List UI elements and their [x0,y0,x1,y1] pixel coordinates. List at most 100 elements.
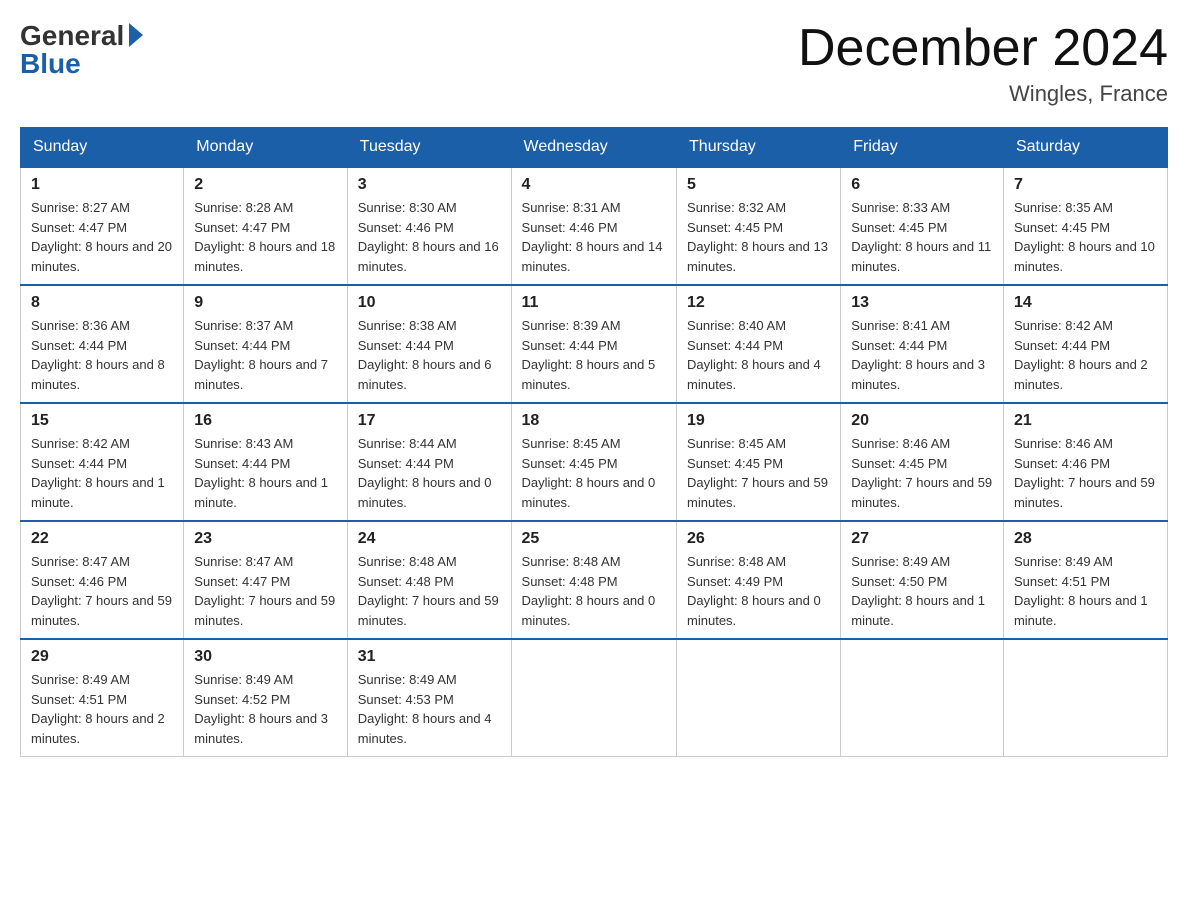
calendar-cell: 4 Sunrise: 8:31 AMSunset: 4:46 PMDayligh… [511,167,677,285]
calendar-cell [511,639,677,757]
day-number: 3 [358,176,501,194]
day-info: Sunrise: 8:47 AMSunset: 4:46 PMDaylight:… [31,554,172,628]
calendar-cell: 1 Sunrise: 8:27 AMSunset: 4:47 PMDayligh… [21,167,184,285]
day-number: 4 [522,176,667,194]
calendar-cell: 3 Sunrise: 8:30 AMSunset: 4:46 PMDayligh… [347,167,511,285]
calendar-cell: 14 Sunrise: 8:42 AMSunset: 4:44 PMDaylig… [1003,285,1167,403]
week-row-3: 15 Sunrise: 8:42 AMSunset: 4:44 PMDaylig… [21,403,1168,521]
day-info: Sunrise: 8:33 AMSunset: 4:45 PMDaylight:… [851,200,991,274]
day-info: Sunrise: 8:37 AMSunset: 4:44 PMDaylight:… [194,318,328,392]
day-number: 6 [851,176,993,194]
day-info: Sunrise: 8:30 AMSunset: 4:46 PMDaylight:… [358,200,499,274]
day-number: 23 [194,530,336,548]
day-number: 12 [687,294,830,312]
day-info: Sunrise: 8:40 AMSunset: 4:44 PMDaylight:… [687,318,821,392]
calendar-cell: 12 Sunrise: 8:40 AMSunset: 4:44 PMDaylig… [677,285,841,403]
calendar-cell [1003,639,1167,757]
day-info: Sunrise: 8:44 AMSunset: 4:44 PMDaylight:… [358,436,492,510]
day-number: 5 [687,176,830,194]
day-number: 9 [194,294,336,312]
calendar-cell: 31 Sunrise: 8:49 AMSunset: 4:53 PMDaylig… [347,639,511,757]
day-number: 27 [851,530,993,548]
day-info: Sunrise: 8:43 AMSunset: 4:44 PMDaylight:… [194,436,328,510]
week-row-1: 1 Sunrise: 8:27 AMSunset: 4:47 PMDayligh… [21,167,1168,285]
day-info: Sunrise: 8:49 AMSunset: 4:51 PMDaylight:… [1014,554,1148,628]
day-info: Sunrise: 8:48 AMSunset: 4:48 PMDaylight:… [358,554,499,628]
calendar-cell: 8 Sunrise: 8:36 AMSunset: 4:44 PMDayligh… [21,285,184,403]
day-info: Sunrise: 8:39 AMSunset: 4:44 PMDaylight:… [522,318,656,392]
page-header: General Blue December 2024 Wingles, Fran… [20,20,1168,107]
calendar-cell: 24 Sunrise: 8:48 AMSunset: 4:48 PMDaylig… [347,521,511,639]
calendar-cell: 2 Sunrise: 8:28 AMSunset: 4:47 PMDayligh… [184,167,347,285]
day-number: 22 [31,530,173,548]
week-row-2: 8 Sunrise: 8:36 AMSunset: 4:44 PMDayligh… [21,285,1168,403]
day-info: Sunrise: 8:27 AMSunset: 4:47 PMDaylight:… [31,200,172,274]
day-number: 21 [1014,412,1157,430]
day-info: Sunrise: 8:32 AMSunset: 4:45 PMDaylight:… [687,200,828,274]
calendar-cell: 5 Sunrise: 8:32 AMSunset: 4:45 PMDayligh… [677,167,841,285]
day-number: 18 [522,412,667,430]
day-info: Sunrise: 8:45 AMSunset: 4:45 PMDaylight:… [522,436,656,510]
day-number: 30 [194,648,336,666]
col-header-tuesday: Tuesday [347,128,511,168]
day-number: 19 [687,412,830,430]
logo: General Blue [20,20,143,80]
calendar-cell: 11 Sunrise: 8:39 AMSunset: 4:44 PMDaylig… [511,285,677,403]
calendar-header-row: SundayMondayTuesdayWednesdayThursdayFrid… [21,128,1168,168]
col-header-monday: Monday [184,128,347,168]
location: Wingles, France [798,81,1168,107]
day-info: Sunrise: 8:48 AMSunset: 4:49 PMDaylight:… [687,554,821,628]
day-info: Sunrise: 8:35 AMSunset: 4:45 PMDaylight:… [1014,200,1155,274]
day-info: Sunrise: 8:46 AMSunset: 4:45 PMDaylight:… [851,436,992,510]
calendar-cell: 19 Sunrise: 8:45 AMSunset: 4:45 PMDaylig… [677,403,841,521]
day-info: Sunrise: 8:47 AMSunset: 4:47 PMDaylight:… [194,554,335,628]
day-number: 10 [358,294,501,312]
day-info: Sunrise: 8:41 AMSunset: 4:44 PMDaylight:… [851,318,985,392]
calendar-cell: 28 Sunrise: 8:49 AMSunset: 4:51 PMDaylig… [1003,521,1167,639]
day-info: Sunrise: 8:45 AMSunset: 4:45 PMDaylight:… [687,436,828,510]
week-row-4: 22 Sunrise: 8:47 AMSunset: 4:46 PMDaylig… [21,521,1168,639]
day-number: 8 [31,294,173,312]
day-info: Sunrise: 8:49 AMSunset: 4:50 PMDaylight:… [851,554,985,628]
day-info: Sunrise: 8:49 AMSunset: 4:52 PMDaylight:… [194,672,328,746]
day-info: Sunrise: 8:49 AMSunset: 4:53 PMDaylight:… [358,672,492,746]
day-info: Sunrise: 8:49 AMSunset: 4:51 PMDaylight:… [31,672,165,746]
calendar-cell: 30 Sunrise: 8:49 AMSunset: 4:52 PMDaylig… [184,639,347,757]
calendar-cell: 20 Sunrise: 8:46 AMSunset: 4:45 PMDaylig… [841,403,1004,521]
calendar-cell: 7 Sunrise: 8:35 AMSunset: 4:45 PMDayligh… [1003,167,1167,285]
day-info: Sunrise: 8:38 AMSunset: 4:44 PMDaylight:… [358,318,492,392]
day-number: 24 [358,530,501,548]
col-header-friday: Friday [841,128,1004,168]
calendar-cell: 10 Sunrise: 8:38 AMSunset: 4:44 PMDaylig… [347,285,511,403]
col-header-saturday: Saturday [1003,128,1167,168]
calendar-cell: 27 Sunrise: 8:49 AMSunset: 4:50 PMDaylig… [841,521,1004,639]
day-number: 26 [687,530,830,548]
calendar-cell: 17 Sunrise: 8:44 AMSunset: 4:44 PMDaylig… [347,403,511,521]
day-number: 25 [522,530,667,548]
calendar-cell: 23 Sunrise: 8:47 AMSunset: 4:47 PMDaylig… [184,521,347,639]
week-row-5: 29 Sunrise: 8:49 AMSunset: 4:51 PMDaylig… [21,639,1168,757]
day-number: 28 [1014,530,1157,548]
day-info: Sunrise: 8:46 AMSunset: 4:46 PMDaylight:… [1014,436,1155,510]
calendar-cell [841,639,1004,757]
calendar-cell: 18 Sunrise: 8:45 AMSunset: 4:45 PMDaylig… [511,403,677,521]
logo-blue-text: Blue [20,48,143,80]
col-header-wednesday: Wednesday [511,128,677,168]
calendar-cell: 16 Sunrise: 8:43 AMSunset: 4:44 PMDaylig… [184,403,347,521]
logo-arrow-icon [129,23,143,47]
day-info: Sunrise: 8:28 AMSunset: 4:47 PMDaylight:… [194,200,335,274]
title-area: December 2024 Wingles, France [798,20,1168,107]
col-header-thursday: Thursday [677,128,841,168]
day-number: 17 [358,412,501,430]
calendar-cell: 22 Sunrise: 8:47 AMSunset: 4:46 PMDaylig… [21,521,184,639]
calendar-cell: 29 Sunrise: 8:49 AMSunset: 4:51 PMDaylig… [21,639,184,757]
day-number: 13 [851,294,993,312]
calendar-table: SundayMondayTuesdayWednesdayThursdayFrid… [20,127,1168,757]
day-info: Sunrise: 8:42 AMSunset: 4:44 PMDaylight:… [31,436,165,510]
calendar-cell: 6 Sunrise: 8:33 AMSunset: 4:45 PMDayligh… [841,167,1004,285]
day-number: 1 [31,176,173,194]
day-number: 14 [1014,294,1157,312]
day-number: 7 [1014,176,1157,194]
day-info: Sunrise: 8:42 AMSunset: 4:44 PMDaylight:… [1014,318,1148,392]
calendar-cell: 9 Sunrise: 8:37 AMSunset: 4:44 PMDayligh… [184,285,347,403]
